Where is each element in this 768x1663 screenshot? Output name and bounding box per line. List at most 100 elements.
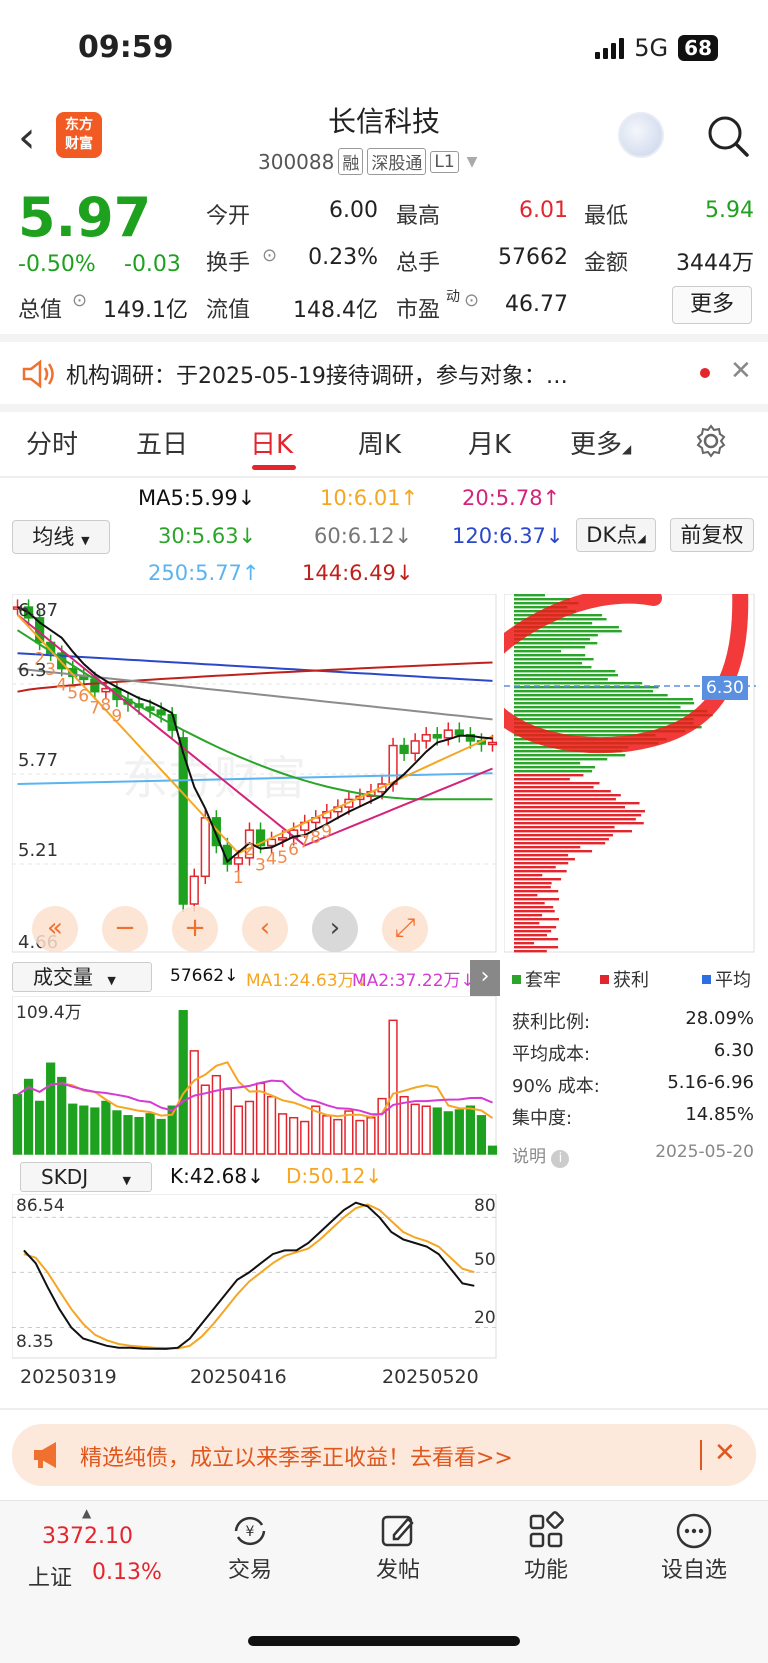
dropdown-icon: ▼ bbox=[122, 1174, 131, 1187]
tab-daily-k[interactable]: 日K bbox=[250, 424, 293, 461]
dk-point-selector[interactable]: DK点◢ bbox=[576, 518, 656, 552]
chip-bar-profit bbox=[514, 878, 562, 881]
skdj-chart[interactable] bbox=[12, 1194, 498, 1360]
settings-gear-icon[interactable] bbox=[694, 424, 728, 458]
search-icon[interactable] bbox=[706, 114, 750, 158]
edit-icon bbox=[381, 1515, 414, 1547]
chevron-right-icon[interactable]: › bbox=[312, 906, 358, 952]
tab-intraday[interactable]: 分时 bbox=[26, 424, 78, 461]
rewind-icon[interactable]: « bbox=[32, 906, 78, 952]
cost-price-tag: 6.30 bbox=[702, 676, 748, 700]
mktcap-label: 总值 bbox=[18, 298, 63, 323]
chip-bar-trapped bbox=[514, 698, 693, 701]
low-label: 最低 bbox=[584, 204, 629, 229]
news-strip[interactable]: 机构调研：于2025-05-19接待调研，参与对象：… bbox=[20, 358, 568, 390]
chip-bar-profit bbox=[514, 942, 535, 945]
chip-bar-trapped bbox=[514, 650, 562, 653]
volume-selector-label: 成交量 bbox=[33, 965, 93, 989]
td-count-label: 6 bbox=[78, 686, 89, 706]
tab-weekly-k[interactable]: 周K bbox=[358, 424, 401, 461]
info-icon[interactable]: ⊙ bbox=[262, 245, 277, 266]
tab-more[interactable]: 更多◢ bbox=[570, 424, 631, 461]
tab-monthly-k[interactable]: 月K bbox=[468, 424, 511, 461]
kline-chart[interactable]: 东方财富234 5 67 89123 4 5 6 7 8 9 bbox=[12, 594, 498, 954]
ma-selector[interactable]: 均线 ▼ bbox=[12, 520, 110, 554]
chip-bar-trapped bbox=[514, 758, 608, 761]
tab-five-day[interactable]: 五日 bbox=[136, 424, 188, 461]
index-name[interactable]: 上证 bbox=[28, 1560, 72, 1592]
stock-subtitle[interactable]: 300088 融 深股通 L1 ▼ bbox=[258, 148, 477, 175]
info-icon[interactable]: ⊙ bbox=[464, 290, 479, 311]
trade-icon: ¥ bbox=[234, 1516, 266, 1546]
info-icon[interactable]: ⊙ bbox=[72, 290, 87, 311]
change-percent: -0.50% bbox=[18, 252, 96, 277]
home-indicator bbox=[248, 1636, 520, 1646]
y-label-mid: 5.77 bbox=[18, 750, 59, 771]
volume-bar-down bbox=[487, 1145, 498, 1155]
avg-cost-label: 平均成本: bbox=[512, 1044, 591, 1065]
skdj-d: D:50.12↓ bbox=[286, 1164, 383, 1188]
volume-bar-down bbox=[101, 1100, 111, 1155]
chip-bar-trapped bbox=[514, 722, 694, 725]
candle-up bbox=[421, 734, 431, 742]
close-icon[interactable]: ✕ bbox=[714, 1438, 736, 1468]
expand-up-icon[interactable]: ▲ bbox=[82, 1506, 91, 1520]
volume-chart[interactable] bbox=[12, 996, 498, 1156]
chip-bar-profit bbox=[514, 946, 559, 949]
dropdown-icon: ▼ bbox=[81, 534, 90, 547]
chip-bar-profit bbox=[514, 778, 570, 781]
td-count-label: 4 bbox=[266, 849, 277, 869]
volume-ma2: MA2:37.22万↓ bbox=[352, 971, 472, 991]
chip-bar-profit bbox=[514, 890, 559, 893]
chip-bar-profit bbox=[514, 810, 646, 813]
index-change[interactable]: 0.13% bbox=[92, 1560, 162, 1585]
cost-90-value: 5.16-6.96 bbox=[667, 1072, 754, 1093]
adjust-button[interactable]: 前复权 bbox=[670, 518, 754, 552]
nav-trade[interactable]: ¥ 交易 bbox=[190, 1510, 310, 1584]
pe-value: 46.77 bbox=[505, 292, 568, 317]
skdj-indicator-selector[interactable]: SKDJ ▼ bbox=[20, 1162, 152, 1192]
promo-text: 精选纯债，成立以来季季正收益！去看看>> bbox=[80, 1446, 513, 1471]
legend-profit: 获利 bbox=[600, 966, 649, 992]
zoom-out-icon[interactable]: − bbox=[102, 906, 148, 952]
volume-bar-down bbox=[23, 1078, 34, 1155]
volume-bar-up bbox=[366, 1116, 376, 1155]
fullscreen-icon[interactable]: ⤢ bbox=[382, 906, 428, 952]
chip-bar-profit bbox=[514, 798, 616, 801]
zoom-in-icon[interactable]: + bbox=[172, 906, 218, 952]
dropdown-icon: ▼ bbox=[107, 974, 116, 987]
chip-bar-profit bbox=[514, 950, 547, 953]
volume-bar-down bbox=[34, 1100, 45, 1155]
chip-bar-profit bbox=[514, 842, 606, 845]
nav-post[interactable]: 发帖 bbox=[338, 1510, 458, 1584]
legend-label: 套牢 bbox=[525, 970, 561, 991]
skdj-frame bbox=[12, 1194, 497, 1359]
chip-distribution-chart[interactable] bbox=[504, 594, 756, 954]
chip-bar-profit bbox=[514, 822, 644, 825]
index-value[interactable]: 3372.10 bbox=[42, 1524, 133, 1549]
tab-more-label: 更多 bbox=[570, 430, 623, 460]
assistant-avatar-icon[interactable] bbox=[618, 112, 664, 158]
volume-indicator-selector[interactable]: 成交量 ▼ bbox=[12, 962, 152, 992]
concentration-value: 14.85% bbox=[685, 1104, 754, 1125]
chip-bar-profit bbox=[514, 818, 636, 821]
caret-icon: ◢ bbox=[622, 442, 632, 456]
chip-bar-profit bbox=[514, 910, 555, 913]
divider bbox=[0, 1408, 768, 1410]
chip-bar-profit bbox=[514, 858, 575, 861]
more-button[interactable]: 更多 bbox=[672, 286, 752, 324]
info-icon: i bbox=[551, 1150, 570, 1168]
mktcap-value: 149.1亿 bbox=[103, 298, 188, 323]
volume-bar-down bbox=[476, 1115, 487, 1155]
y-label-max: 6.87 bbox=[18, 600, 59, 621]
signal-icon bbox=[595, 37, 625, 59]
close-icon[interactable]: ✕ bbox=[730, 356, 752, 386]
volume-bar-down bbox=[12, 1094, 23, 1155]
note-link[interactable]: 说明 i bbox=[512, 1142, 570, 1168]
expand-panel-icon[interactable]: › bbox=[470, 960, 500, 996]
chip-bar-profit bbox=[514, 874, 543, 877]
chip-bar-trapped bbox=[514, 642, 598, 645]
nav-watchlist[interactable]: 设自选 bbox=[634, 1510, 754, 1584]
nav-function[interactable]: 功能 bbox=[486, 1510, 606, 1584]
chevron-left-icon[interactable]: ‹ bbox=[242, 906, 288, 952]
